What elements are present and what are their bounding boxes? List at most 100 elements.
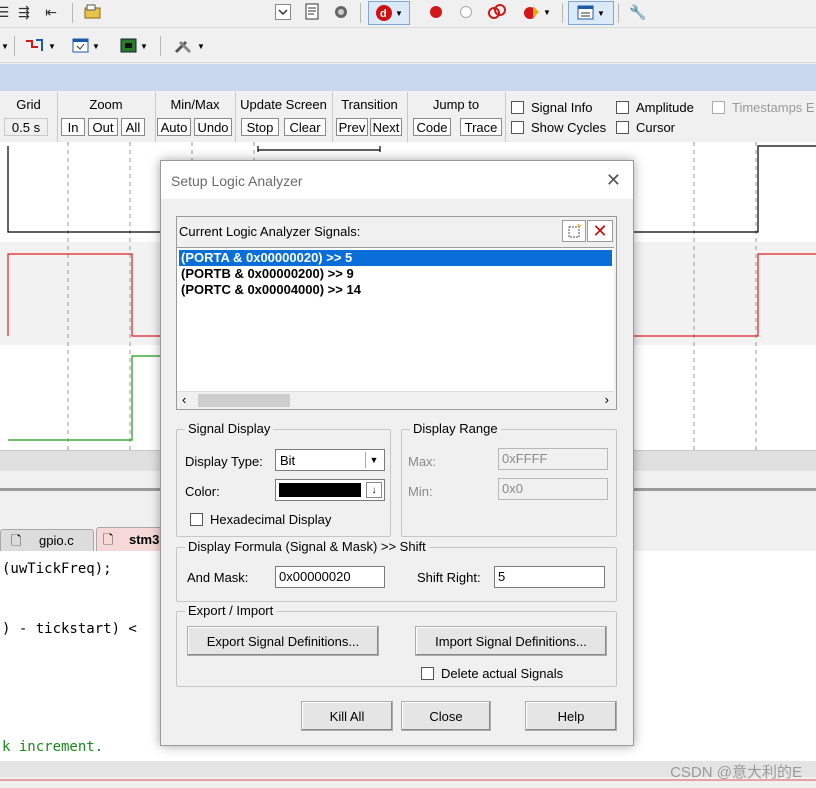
and-mask-field[interactable]: 0x00000020	[275, 566, 385, 588]
dropdown-icon[interactable]	[274, 2, 292, 22]
signal-1-trace-mid	[257, 146, 381, 152]
shift-right-label: Shift Right:	[417, 570, 481, 585]
debug-icon[interactable]: d ▼	[368, 1, 410, 25]
min-label: Min:	[408, 484, 433, 499]
signal-item-portc[interactable]: (PORTC & 0x00004000) >> 14	[179, 282, 612, 298]
scroll-left-icon[interactable]: ‹	[182, 392, 186, 407]
scroll-thumb[interactable]	[198, 394, 290, 407]
and-mask-label: And Mask:	[187, 570, 249, 585]
close-button[interactable]: Close	[401, 701, 491, 731]
show-cycles-checkbox[interactable]	[511, 121, 524, 134]
close-icon[interactable]: ✕	[606, 170, 621, 191]
zoom-in-button[interactable]: In	[61, 118, 85, 136]
color-picker[interactable]: ↓	[275, 479, 385, 501]
svg-text:d: d	[380, 8, 387, 20]
open-folder-icon[interactable]	[82, 2, 104, 22]
next-button[interactable]: Next	[370, 118, 402, 136]
file-icon: 🗋	[103, 532, 114, 547]
delete-signals-label: Delete actual Signals	[441, 666, 564, 681]
tab-gpio-label: gpio.c	[39, 533, 74, 548]
unindent-icon[interactable]: ⇤	[40, 2, 62, 22]
bookmark-icon[interactable]	[302, 2, 322, 22]
indent-icon[interactable]: ⇶	[14, 2, 34, 22]
export-signal-definitions-button[interactable]: Export Signal Definitions...	[187, 626, 379, 656]
signal-list-scrollbar[interactable]: ‹ ›	[177, 391, 614, 409]
display-formula-legend: Display Formula (Signal & Mask) >> Shift	[185, 539, 429, 554]
code-line: k increment.	[2, 739, 104, 755]
tab-gpio[interactable]: 🗋 gpio.c	[0, 529, 94, 552]
prev-button[interactable]: Prev	[336, 118, 368, 136]
watermark: CSDN @意大利的E	[670, 764, 802, 781]
stop-button[interactable]: Stop	[241, 118, 279, 136]
config-icon[interactable]: ▼	[0, 36, 12, 56]
flash-icon[interactable]	[330, 2, 352, 22]
update-screen-group: Update Screen Stop Clear	[235, 92, 333, 142]
disable-breakpoint-icon[interactable]	[486, 2, 508, 22]
toolbar-row-1: ☰ ⇶ ⇤ d ▼ ▼ ▼ 🔧	[0, 0, 816, 28]
delete-signals-checkbox[interactable]	[421, 667, 434, 680]
tools-icon[interactable]: ▼	[168, 36, 210, 56]
signal-list[interactable]: (PORTA & 0x00000020) >> 5 (PORTB & 0x000…	[177, 247, 614, 392]
kill-breakpoints-icon[interactable]: ▼	[516, 2, 556, 22]
zoom-group: Zoom In Out All	[57, 92, 156, 142]
wrench-icon[interactable]: 🔧	[626, 2, 650, 22]
kill-all-button[interactable]: Kill All	[301, 701, 393, 731]
signal-2-trace	[7, 253, 160, 337]
max-field: 0xFFFF	[498, 448, 608, 470]
show-cycles-label: Show Cycles	[531, 120, 607, 135]
dialog-title: Setup Logic Analyzer	[171, 173, 303, 189]
signal-item-portb[interactable]: (PORTB & 0x00000200) >> 9	[179, 266, 612, 282]
help-button[interactable]: Help	[525, 701, 617, 731]
run-icon[interactable]: ▼	[20, 36, 60, 56]
empty-breakpoint-icon[interactable]	[456, 2, 476, 22]
tab-stm3[interactable]: 🗋 stm3	[96, 527, 168, 552]
color-dropdown-icon[interactable]: ↓	[366, 482, 382, 498]
code-line: ) - tickstart) <	[2, 621, 137, 637]
breakpoint-icon[interactable]	[426, 2, 446, 22]
display-type-select[interactable]: Bit ▼	[275, 449, 385, 471]
display-range-group: Display Range Max: 0xFFFF Min: 0x0	[401, 421, 617, 537]
view-icon[interactable]: ▼	[66, 36, 106, 56]
max-label: Max:	[408, 454, 437, 469]
format-icon[interactable]: ☰	[0, 2, 12, 22]
board-icon[interactable]: ▼	[114, 36, 154, 56]
hexadecimal-checkbox[interactable]	[190, 513, 203, 526]
import-signal-definitions-button[interactable]: Import Signal Definitions...	[415, 626, 607, 656]
min-field: 0x0	[498, 478, 608, 500]
scroll-right-icon[interactable]: ›	[605, 392, 609, 407]
export-import-legend: Export / Import	[185, 603, 277, 618]
transition-group: Transition Prev Next	[332, 92, 408, 142]
cursor-label: Cursor	[636, 120, 676, 135]
code-button[interactable]: Code	[413, 118, 451, 136]
zoom-out-button[interactable]: Out	[88, 118, 118, 136]
clear-button[interactable]: Clear	[284, 118, 326, 136]
shift-right-field[interactable]: 5	[494, 566, 605, 588]
timestamps-label: Timestamps E	[732, 100, 815, 115]
amplitude-checkbox[interactable]	[616, 101, 629, 114]
signal-info-checkbox[interactable]	[511, 101, 524, 114]
trace-button[interactable]: Trace	[460, 118, 502, 136]
auto-button[interactable]: Auto	[157, 118, 191, 136]
signal-item-porta[interactable]: (PORTA & 0x00000020) >> 5	[179, 250, 612, 266]
zoom-all-button[interactable]: All	[121, 118, 145, 136]
toolbar-row-2: ▼ ▼ ▼ ▼ ▼	[0, 28, 816, 63]
window-icon[interactable]: ▼	[568, 1, 614, 25]
amplitude-label: Amplitude	[636, 100, 694, 115]
cursor-checkbox[interactable]	[616, 121, 629, 134]
new-signal-icon[interactable]	[562, 220, 586, 242]
grid-title: Grid	[16, 97, 41, 112]
code-line: (uwTickFreq);	[2, 561, 112, 577]
undo-button[interactable]: Undo	[194, 118, 232, 136]
signal-display-legend: Signal Display	[185, 421, 274, 436]
signal-1-trace-right	[632, 145, 816, 233]
transition-title: Transition	[341, 97, 398, 112]
signals-panel: Current Logic Analyzer Signals: ✕ (PORTA…	[176, 216, 617, 410]
dialog-title-bar: Setup Logic Analyzer ✕	[161, 161, 633, 199]
signal-2-trace-right	[632, 253, 816, 337]
minmax-title: Min/Max	[170, 97, 220, 112]
delete-signal-icon[interactable]: ✕	[587, 220, 613, 242]
signal-display-group: Signal Display Display Type: Bit ▼ Color…	[176, 421, 391, 537]
grid-value[interactable]: 0.5 s	[4, 118, 48, 136]
chevron-down-icon: ▼	[365, 452, 382, 468]
display-type-value: Bit	[280, 453, 296, 468]
